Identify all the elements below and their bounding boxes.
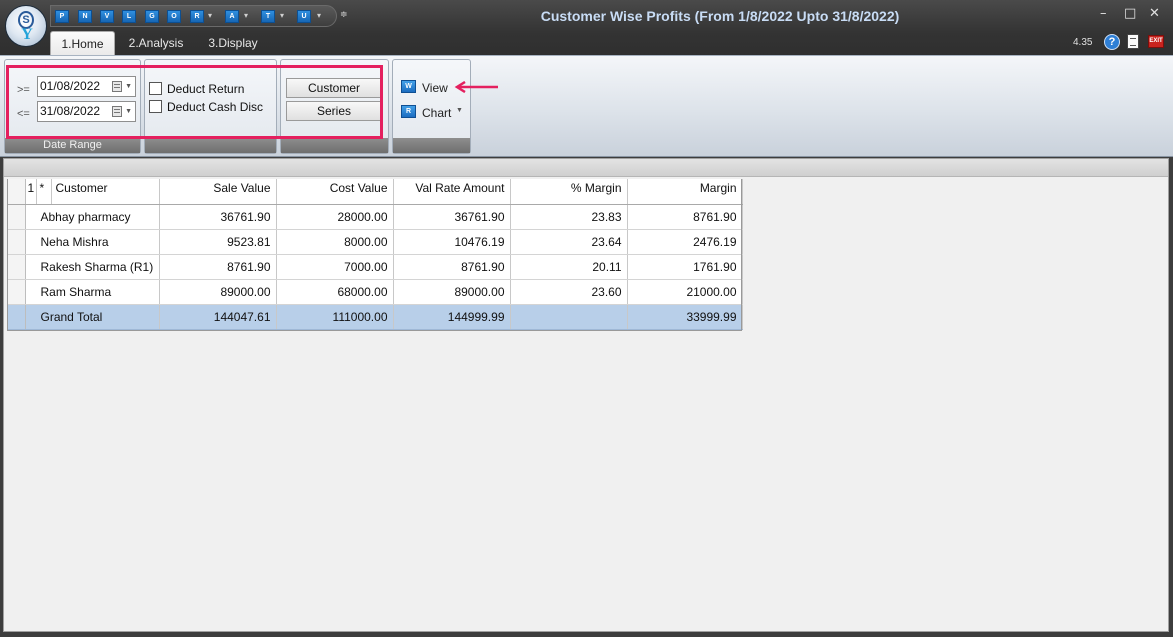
grid-border bbox=[7, 179, 8, 331]
qa-button-l[interactable]: L bbox=[122, 10, 136, 23]
qa-button-o[interactable]: O bbox=[167, 10, 181, 23]
sale-value-cell[interactable]: 8761.90 bbox=[159, 254, 277, 280]
qa-button-n[interactable]: N bbox=[78, 10, 92, 23]
qa-button-p[interactable]: P bbox=[55, 10, 69, 23]
chevron-down-icon[interactable]: ▾ bbox=[208, 11, 212, 20]
profit-grid: 1 * Customer Sale Value Cost Value Val R… bbox=[7, 179, 743, 330]
margin-cell[interactable]: 8761.90 bbox=[627, 204, 743, 230]
app-window: S Y P N V L G O R ▾ A ▾ T ▾ U ▾ ≑ Custom… bbox=[0, 0, 1173, 637]
sale-value-cell[interactable]: 9523.81 bbox=[159, 229, 277, 255]
cost-value-cell[interactable]: 68000.00 bbox=[276, 279, 394, 305]
val-rate-amount-cell[interactable]: 10476.19 bbox=[393, 229, 511, 255]
date-range-label: Date Range bbox=[5, 138, 140, 153]
grid-header-row: 1 * Customer Sale Value Cost Value Val R… bbox=[7, 179, 743, 205]
customer-cell[interactable]: Rakesh Sharma (R1) bbox=[25, 254, 160, 280]
customer-cell[interactable]: Abhay pharmacy bbox=[25, 204, 160, 230]
customize-toolbar-icon[interactable]: ≑ bbox=[340, 9, 348, 20]
minimize-button[interactable]: – bbox=[1100, 6, 1107, 21]
document-icon[interactable] bbox=[1127, 34, 1139, 49]
row-indicator[interactable] bbox=[7, 304, 26, 330]
header-percent-margin[interactable]: % Margin bbox=[510, 179, 628, 205]
table-row[interactable]: Neha Mishra 9523.81 8000.00 10476.19 23.… bbox=[7, 229, 743, 255]
help-icon[interactable]: ? bbox=[1104, 34, 1120, 50]
chart-icon[interactable]: R bbox=[401, 105, 416, 118]
margin-cell[interactable]: 2476.19 bbox=[627, 229, 743, 255]
header-cost-value[interactable]: Cost Value bbox=[276, 179, 394, 205]
percent-margin-cell[interactable]: 23.83 bbox=[510, 204, 628, 230]
header-margin[interactable]: Margin bbox=[627, 179, 743, 205]
grid-border bbox=[741, 179, 742, 331]
sale-value-cell[interactable]: 89000.00 bbox=[159, 279, 277, 305]
grand-total-label[interactable]: Grand Total bbox=[25, 304, 160, 330]
table-row[interactable]: Rakesh Sharma (R1) 8761.90 7000.00 8761.… bbox=[7, 254, 743, 280]
qa-button-g[interactable]: G bbox=[145, 10, 159, 23]
chevron-down-icon[interactable]: ▾ bbox=[317, 11, 321, 20]
view-group: W View R Chart ▼ bbox=[392, 59, 471, 154]
table-row[interactable]: Abhay pharmacy 36761.90 28000.00 36761.9… bbox=[7, 204, 743, 230]
total-percent-margin[interactable] bbox=[510, 304, 628, 330]
header-customer[interactable]: Customer bbox=[51, 179, 160, 205]
chevron-down-icon[interactable]: ▼ bbox=[456, 107, 463, 114]
grand-total-row[interactable]: Grand Total 144047.61 111000.00 144999.9… bbox=[7, 304, 743, 330]
title-bar: S Y P N V L G O R ▾ A ▾ T ▾ U ▾ ≑ Custom… bbox=[0, 0, 1173, 56]
maximize-button[interactable]: □ bbox=[1124, 6, 1136, 21]
group-by-bar bbox=[4, 159, 1168, 177]
header-val-rate-amount[interactable]: Val Rate Amount bbox=[393, 179, 511, 205]
chart-button[interactable]: Chart bbox=[422, 106, 451, 120]
table-row[interactable]: Ram Sharma 89000.00 68000.00 89000.00 23… bbox=[7, 279, 743, 305]
tab-home[interactable]: 1.Home bbox=[50, 31, 115, 56]
row-indicator[interactable] bbox=[7, 254, 26, 280]
cost-value-cell[interactable]: 7000.00 bbox=[276, 254, 394, 280]
val-rate-amount-cell[interactable]: 36761.90 bbox=[393, 204, 511, 230]
total-val-rate-amount[interactable]: 144999.99 bbox=[393, 304, 511, 330]
cost-value-cell[interactable]: 8000.00 bbox=[276, 229, 394, 255]
customer-cell[interactable]: Neha Mishra bbox=[25, 229, 160, 255]
window-title: Customer Wise Profits (From 1/8/2022 Upt… bbox=[540, 8, 900, 24]
margin-cell[interactable]: 1761.90 bbox=[627, 254, 743, 280]
exit-icon[interactable]: EXIT bbox=[1148, 35, 1164, 48]
chevron-down-icon[interactable]: ▾ bbox=[280, 11, 284, 20]
customer-cell[interactable]: Ram Sharma bbox=[25, 279, 160, 305]
qa-button-t[interactable]: T bbox=[261, 10, 275, 23]
chevron-down-icon[interactable]: ▾ bbox=[244, 11, 248, 20]
header-sale-value[interactable]: Sale Value bbox=[159, 179, 277, 205]
tab-analysis[interactable]: 2.Analysis bbox=[118, 31, 194, 55]
qa-button-u[interactable]: U bbox=[297, 10, 311, 23]
total-margin[interactable]: 33999.99 bbox=[627, 304, 743, 330]
percent-margin-cell[interactable]: 23.64 bbox=[510, 229, 628, 255]
qa-button-r[interactable]: R bbox=[190, 10, 204, 23]
row-indicator[interactable] bbox=[7, 229, 26, 255]
header-index[interactable]: 1 bbox=[25, 179, 37, 205]
cost-value-cell[interactable]: 28000.00 bbox=[276, 204, 394, 230]
tab-display[interactable]: 3.Display bbox=[200, 31, 266, 55]
qa-button-v[interactable]: V bbox=[100, 10, 114, 23]
view-group-label bbox=[393, 138, 470, 153]
val-rate-amount-cell[interactable]: 8761.90 bbox=[393, 254, 511, 280]
header-star[interactable]: * bbox=[36, 179, 52, 205]
percent-margin-cell[interactable]: 20.11 bbox=[510, 254, 628, 280]
sale-value-cell[interactable]: 36761.90 bbox=[159, 204, 277, 230]
close-button[interactable]: ✕ bbox=[1149, 6, 1160, 21]
logo-y-mark: Y bbox=[21, 26, 33, 43]
qa-button-a[interactable]: A bbox=[225, 10, 239, 23]
options-group-label bbox=[145, 138, 276, 153]
pointer-arrow-icon bbox=[454, 81, 498, 93]
margin-cell[interactable]: 21000.00 bbox=[627, 279, 743, 305]
view-button[interactable]: View bbox=[422, 81, 448, 95]
grid-border bbox=[7, 330, 742, 331]
row-indicator[interactable] bbox=[7, 204, 26, 230]
view-icon[interactable]: W bbox=[401, 80, 416, 93]
percent-margin-cell[interactable]: 23.60 bbox=[510, 279, 628, 305]
report-panel: 1 * Customer Sale Value Cost Value Val R… bbox=[3, 158, 1169, 632]
row-indicator-header bbox=[7, 179, 26, 205]
grouping-group-label bbox=[281, 138, 388, 153]
total-cost-value[interactable]: 111000.00 bbox=[276, 304, 394, 330]
app-logo[interactable]: S Y bbox=[5, 5, 47, 47]
total-sale-value[interactable]: 144047.61 bbox=[159, 304, 277, 330]
quick-access-toolbar: P N V L G O R ▾ A ▾ T ▾ U ▾ bbox=[50, 5, 337, 27]
version-label: 4.35 bbox=[1073, 37, 1093, 48]
highlight-box bbox=[6, 65, 383, 139]
val-rate-amount-cell[interactable]: 89000.00 bbox=[393, 279, 511, 305]
row-indicator[interactable] bbox=[7, 279, 26, 305]
